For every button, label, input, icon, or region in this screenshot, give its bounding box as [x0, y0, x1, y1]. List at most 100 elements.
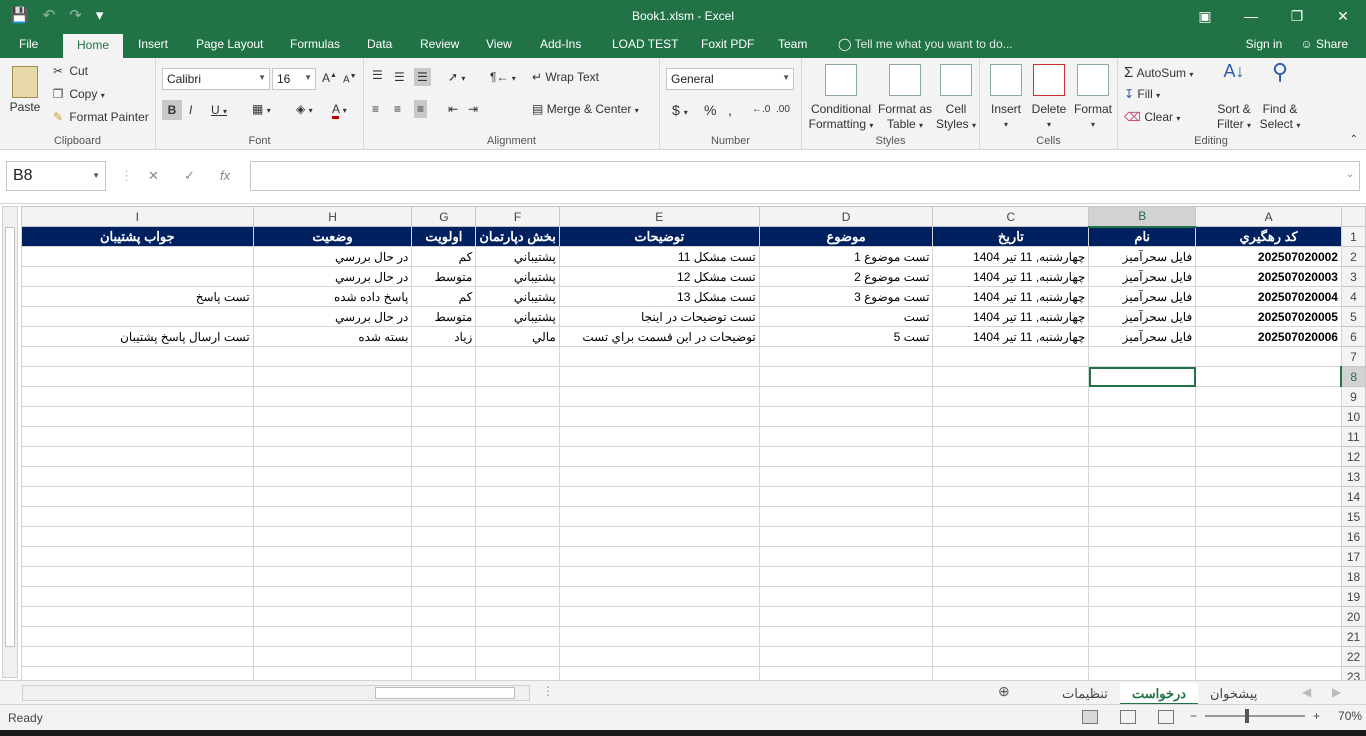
paste-button[interactable]: Paste — [6, 66, 44, 119]
cell-d19[interactable] — [758, 586, 934, 607]
bold-button[interactable]: B — [162, 100, 182, 120]
cut-button[interactable]: ✂ Cut — [50, 64, 88, 78]
cell-b4[interactable]: فایل سحرآمیز — [1088, 286, 1197, 307]
cell-c7[interactable] — [932, 346, 1090, 367]
share-button[interactable]: ☺ Share — [1300, 37, 1348, 51]
cell-g1[interactable]: اولويت — [411, 226, 477, 247]
cell-a8[interactable] — [1195, 366, 1342, 387]
cell-g13[interactable] — [411, 466, 477, 487]
cell-e8[interactable] — [558, 366, 760, 387]
row-header[interactable]: 16 — [1340, 526, 1366, 547]
fill-button[interactable]: ↧ Fill ▾ — [1124, 87, 1160, 101]
cell-h12[interactable] — [252, 446, 413, 467]
cell-g23[interactable] — [411, 666, 477, 680]
vertical-scroll-thumb[interactable] — [5, 227, 15, 647]
decrease-font-size-button[interactable]: A▼ — [343, 73, 357, 85]
decrease-indent-icon[interactable]: ⇤ — [448, 102, 458, 116]
cell-d11[interactable] — [758, 426, 934, 447]
conditional-formatting-button[interactable]: Conditional Formatting ▾ — [806, 64, 876, 133]
cell-c2[interactable]: چهارشنبه, 11 تير 1404 — [932, 246, 1090, 267]
column-header-f[interactable]: F — [475, 206, 560, 227]
cell-c6[interactable]: چهارشنبه, 11 تير 1404 — [932, 326, 1090, 347]
expand-formula-bar-icon[interactable]: ⌄ — [1346, 169, 1354, 180]
cell-f12[interactable] — [475, 446, 560, 467]
cell-i13[interactable] — [21, 466, 254, 487]
tab-foxit-pdf[interactable]: Foxit PDF — [701, 37, 754, 51]
cell-c20[interactable] — [932, 606, 1090, 627]
cell-d18[interactable] — [758, 566, 934, 587]
cell-b23[interactable] — [1088, 666, 1197, 680]
cell-f18[interactable] — [475, 566, 560, 587]
cell-f8[interactable] — [475, 366, 560, 387]
restore-icon[interactable]: ❐ — [1274, 0, 1320, 32]
cell-e7[interactable] — [558, 346, 760, 367]
cell-i7[interactable] — [21, 346, 254, 367]
cell-b9[interactable] — [1088, 386, 1197, 407]
cell-b18[interactable] — [1088, 566, 1197, 587]
scroll-tabs-right-icon[interactable]: ▶ — [1332, 685, 1341, 699]
cell-g20[interactable] — [411, 606, 477, 627]
cell-a12[interactable] — [1195, 446, 1342, 467]
cell-f3[interactable]: پشتيباني — [475, 266, 560, 287]
cell-d4[interactable]: تست موضوع 3 — [758, 286, 934, 307]
cell-i8[interactable] — [21, 366, 254, 387]
cell-h9[interactable] — [252, 386, 413, 407]
font-size-combo[interactable]: 16 ▼ — [272, 68, 316, 90]
tab-file[interactable]: File — [19, 37, 38, 51]
column-header-b[interactable]: B — [1088, 206, 1197, 228]
cell-h23[interactable] — [252, 666, 413, 680]
enter-icon[interactable]: ✓ — [184, 168, 195, 184]
find-select-button[interactable]: ⚲ Find & Select ▾ — [1258, 61, 1302, 133]
cell-i3[interactable] — [21, 266, 254, 287]
cell-f13[interactable] — [475, 466, 560, 487]
format-painter-button[interactable]: ✎ Format Painter — [50, 110, 149, 124]
autosum-button[interactable]: Σ AutoSum ▾ — [1124, 64, 1193, 81]
number-format-combo[interactable]: General ▼ — [666, 68, 794, 90]
zoom-level[interactable]: 70% — [1338, 709, 1362, 723]
align-left-icon[interactable]: ≡ — [372, 102, 379, 116]
top-align-icon[interactable]: ☰ — [372, 68, 383, 82]
cell-i20[interactable] — [21, 606, 254, 627]
cell-f22[interactable] — [475, 646, 560, 667]
cell-f19[interactable] — [475, 586, 560, 607]
sheet-tab-settings[interactable]: تنظيمات — [1050, 683, 1120, 705]
cell-g7[interactable] — [411, 346, 477, 367]
cell-i11[interactable] — [21, 426, 254, 447]
cell-g12[interactable] — [411, 446, 477, 467]
row-header[interactable]: 15 — [1340, 506, 1366, 527]
cell-f17[interactable] — [475, 546, 560, 567]
cell-b11[interactable] — [1088, 426, 1197, 447]
cell-h21[interactable] — [252, 626, 413, 647]
cell-d23[interactable] — [758, 666, 934, 680]
cell-c14[interactable] — [932, 486, 1090, 507]
tab-data[interactable]: Data — [367, 37, 392, 51]
collapse-ribbon-icon[interactable]: ⌃ — [1350, 134, 1358, 145]
underline-button[interactable]: U ▾ — [211, 103, 227, 117]
cell-d16[interactable] — [758, 526, 934, 547]
row-header[interactable]: 12 — [1340, 446, 1366, 467]
tab-load-test[interactable]: LOAD TEST — [612, 37, 678, 51]
cell-a11[interactable] — [1195, 426, 1342, 447]
zoom-slider[interactable] — [1205, 709, 1306, 723]
zoom-out-icon[interactable]: − — [1190, 709, 1197, 723]
cell-i6[interactable]: تست ارسال پاسخ پشتيبان — [21, 326, 254, 347]
cell-h7[interactable] — [252, 346, 413, 367]
tab-home[interactable]: Home — [63, 34, 124, 58]
cell-h18[interactable] — [252, 566, 413, 587]
row-header[interactable]: 13 — [1340, 466, 1366, 487]
cell-e5[interactable]: تست توضيحات در اينجا — [558, 306, 760, 327]
insert-function-icon[interactable]: fx — [220, 168, 230, 183]
cell-e21[interactable] — [558, 626, 760, 647]
row-header[interactable]: 5 — [1340, 306, 1366, 327]
cell-e3[interactable]: تست مشکل 12 — [558, 266, 760, 287]
cell-e13[interactable] — [558, 466, 760, 487]
cell-a5[interactable]: 202507020005 — [1195, 306, 1342, 327]
cell-a1[interactable]: کد رهگيري — [1195, 226, 1342, 247]
cell-f9[interactable] — [475, 386, 560, 407]
cell-g5[interactable]: متوسط — [411, 306, 477, 327]
sign-in-link[interactable]: Sign in — [1246, 37, 1283, 51]
tab-page-layout[interactable]: Page Layout — [196, 37, 263, 51]
select-all-corner[interactable] — [1340, 206, 1366, 227]
row-header[interactable]: 3 — [1340, 266, 1366, 287]
cell-g10[interactable] — [411, 406, 477, 427]
